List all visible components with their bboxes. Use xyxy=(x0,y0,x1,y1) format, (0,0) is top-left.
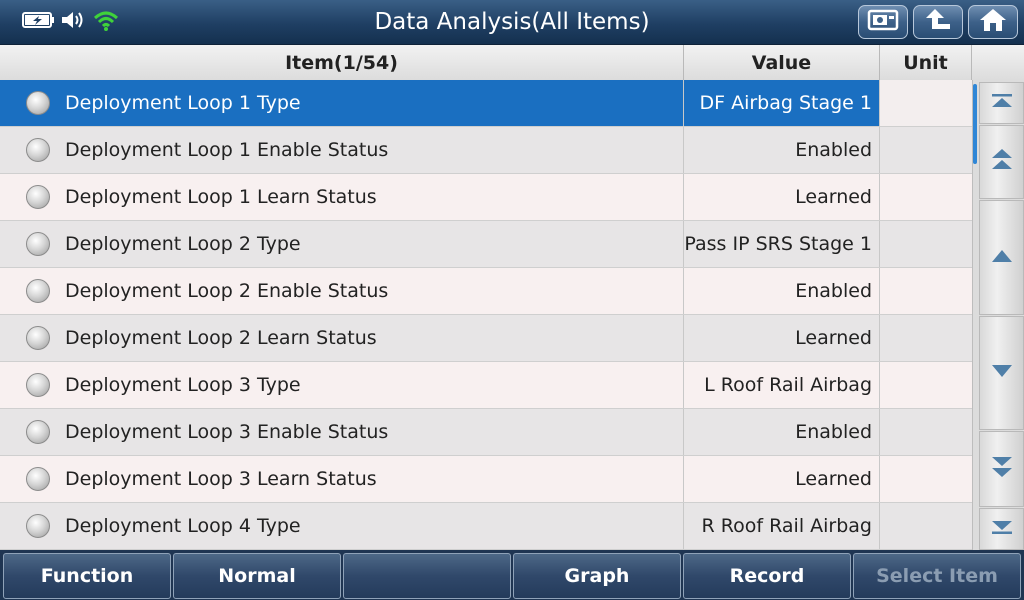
table-row[interactable]: Deployment Loop 3 Learn Status Learned xyxy=(0,456,972,503)
page-up-button[interactable] xyxy=(979,125,1024,199)
back-button[interactable] xyxy=(913,5,963,39)
radio-icon xyxy=(26,326,50,350)
screenshot-icon xyxy=(867,8,899,36)
radio-icon xyxy=(26,467,50,491)
radio-icon xyxy=(26,232,50,256)
home-icon xyxy=(978,7,1008,37)
scroll-top-button[interactable] xyxy=(979,82,1024,124)
table-row[interactable]: Deployment Loop 1 Type DF Airbag Stage 1 xyxy=(0,80,972,127)
table-row[interactable]: Deployment Loop 1 Learn Status Learned xyxy=(0,174,972,221)
column-header-spacer xyxy=(972,45,1024,80)
item-unit xyxy=(880,174,972,220)
normal-button[interactable]: Normal xyxy=(173,553,341,599)
select-item-button[interactable]: Select Item xyxy=(853,553,1021,599)
radio-icon xyxy=(26,279,50,303)
item-unit xyxy=(880,221,972,267)
page-up-icon xyxy=(989,147,1015,177)
item-value: Enabled xyxy=(684,409,880,455)
item-value: Learned xyxy=(684,456,880,502)
column-header-value: Value xyxy=(684,45,880,80)
item-unit xyxy=(880,268,972,314)
column-header-item: Item(1/54) xyxy=(0,45,684,80)
table-row[interactable]: Deployment Loop 1 Enable Status Enabled xyxy=(0,127,972,174)
item-unit xyxy=(880,80,972,126)
table-row[interactable]: Deployment Loop 2 Learn Status Learned xyxy=(0,315,972,362)
item-label: Deployment Loop 1 Enable Status xyxy=(65,139,389,161)
item-unit xyxy=(880,503,972,549)
scroll-top-icon xyxy=(989,92,1015,114)
data-list: Deployment Loop 1 Type DF Airbag Stage 1… xyxy=(0,80,972,550)
item-value: Enabled xyxy=(684,127,880,173)
item-label: Deployment Loop 2 Type xyxy=(65,233,301,255)
item-label: Deployment Loop 4 Type xyxy=(65,515,301,537)
item-value: Learned xyxy=(684,315,880,361)
table-row[interactable]: Deployment Loop 3 Type L Roof Rail Airba… xyxy=(0,362,972,409)
line-down-icon xyxy=(989,363,1015,383)
table-row[interactable]: Deployment Loop 2 Enable Status Enabled xyxy=(0,268,972,315)
page-down-icon xyxy=(989,454,1015,484)
item-value: Enabled xyxy=(684,268,880,314)
item-unit xyxy=(880,456,972,502)
item-unit xyxy=(880,315,972,361)
item-unit xyxy=(880,127,972,173)
item-label: Deployment Loop 2 Learn Status xyxy=(65,327,377,349)
home-button[interactable] xyxy=(968,5,1018,39)
column-header-unit: Unit xyxy=(880,45,972,80)
line-up-button[interactable] xyxy=(979,200,1024,315)
table-header: Item(1/54) Value Unit xyxy=(0,45,1024,81)
radio-icon xyxy=(26,514,50,538)
screenshot-button[interactable] xyxy=(858,5,908,39)
line-down-button[interactable] xyxy=(979,316,1024,430)
blank-button[interactable] xyxy=(343,553,511,599)
item-unit xyxy=(880,362,972,408)
graph-button[interactable]: Graph xyxy=(513,553,681,599)
item-unit xyxy=(880,409,972,455)
line-up-icon xyxy=(989,248,1015,268)
back-icon xyxy=(923,7,953,37)
item-value: Learned xyxy=(684,174,880,220)
record-button[interactable]: Record xyxy=(683,553,851,599)
function-button[interactable]: Function xyxy=(3,553,171,599)
scroll-bottom-button[interactable] xyxy=(979,508,1024,550)
radio-icon xyxy=(26,91,50,115)
item-value: R Roof Rail Airbag xyxy=(684,503,880,549)
table-row[interactable]: Deployment Loop 2 Type Pass IP SRS Stage… xyxy=(0,221,972,268)
radio-icon xyxy=(26,138,50,162)
radio-icon xyxy=(26,373,50,397)
scrollbar-thumb[interactable] xyxy=(973,84,977,164)
item-value: Pass IP SRS Stage 1 xyxy=(684,221,880,267)
item-label: Deployment Loop 3 Type xyxy=(65,374,301,396)
item-value: L Roof Rail Airbag xyxy=(684,362,880,408)
table-row[interactable]: Deployment Loop 3 Enable Status Enabled xyxy=(0,409,972,456)
page-down-button[interactable] xyxy=(979,431,1024,507)
scroll-bottom-icon xyxy=(989,518,1015,540)
item-label: Deployment Loop 3 Enable Status xyxy=(65,421,389,443)
item-value: DF Airbag Stage 1 xyxy=(684,80,880,126)
table-row[interactable]: Deployment Loop 4 Type R Roof Rail Airba… xyxy=(0,503,972,550)
item-label: Deployment Loop 3 Learn Status xyxy=(65,468,377,490)
item-label: Deployment Loop 2 Enable Status xyxy=(65,280,389,302)
title-bar: Data Analysis(All Items) xyxy=(0,0,1024,45)
radio-icon xyxy=(26,185,50,209)
item-label: Deployment Loop 1 Type xyxy=(65,92,301,114)
item-label: Deployment Loop 1 Learn Status xyxy=(65,186,377,208)
radio-icon xyxy=(26,420,50,444)
